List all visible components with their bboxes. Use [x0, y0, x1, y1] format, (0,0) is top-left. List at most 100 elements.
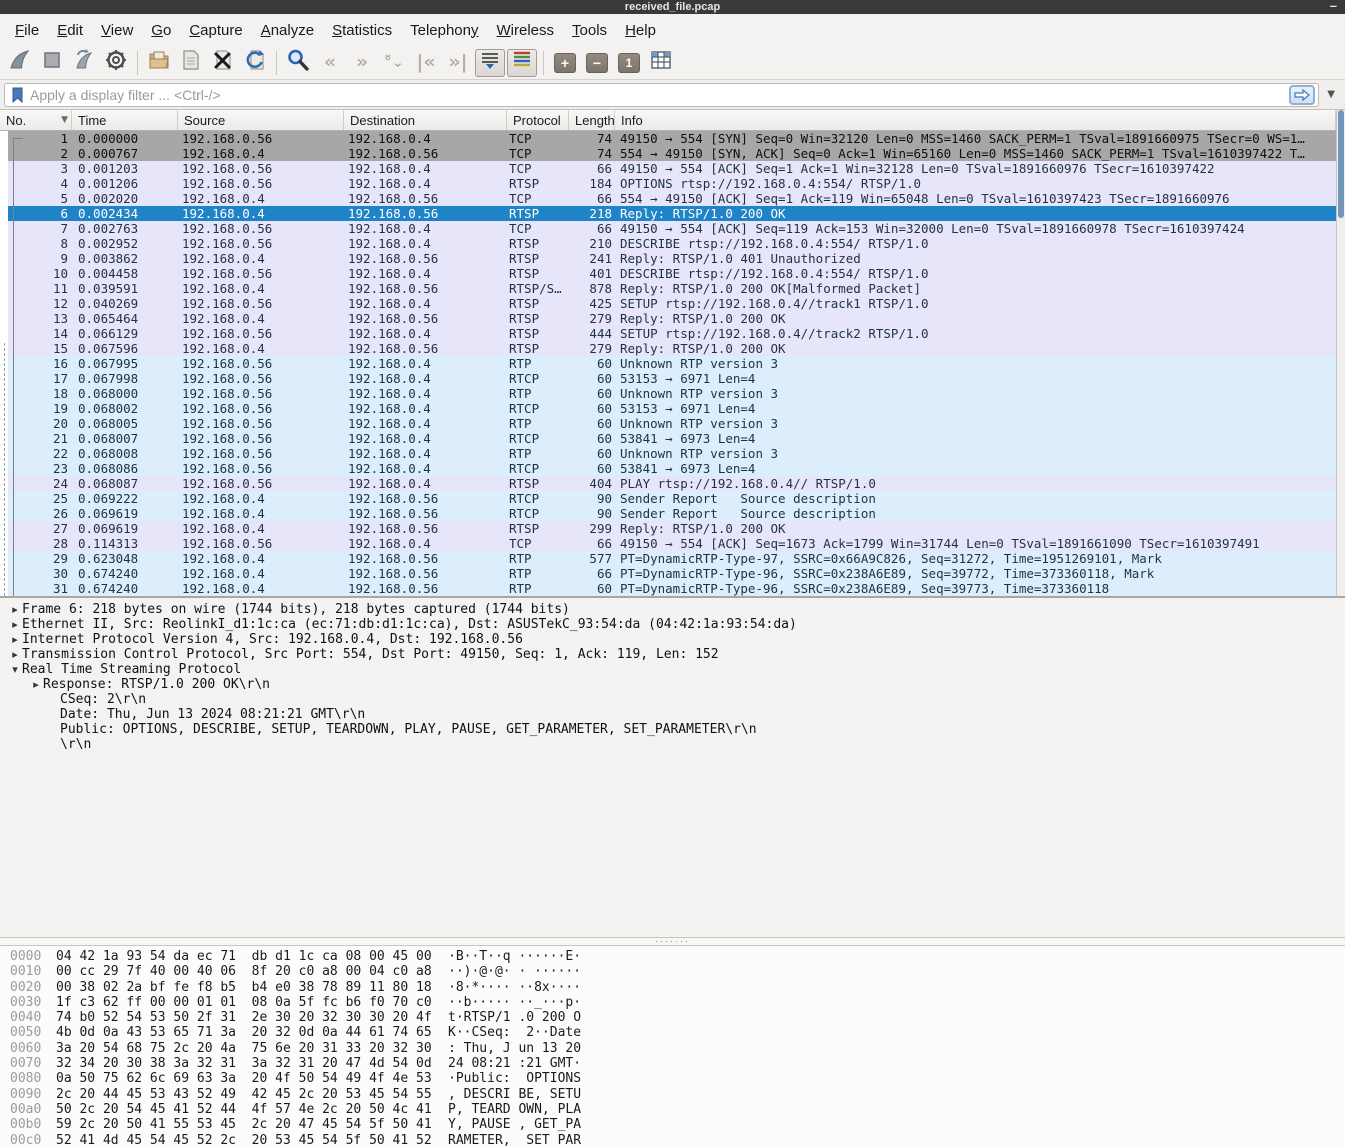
- restart-capture-button[interactable]: [69, 49, 99, 77]
- detail-line[interactable]: Date: Thu, Jun 13 2024 08:21:21 GMT\r\n: [0, 707, 1345, 722]
- packet-row-1[interactable]: 10.000000192.168.0.56192.168.0.4TCP74491…: [0, 131, 1336, 146]
- column-header-destination[interactable]: Destination: [344, 110, 507, 130]
- detail-line[interactable]: ▾Real Time Streaming Protocol: [0, 662, 1345, 677]
- hex-row[interactable]: 007032 34 20 30 38 3a 32 31 3a 32 31 20 …: [10, 1056, 1345, 1071]
- packet-row-25[interactable]: 250.069222192.168.0.4192.168.0.56RTCP90S…: [0, 491, 1336, 506]
- hex-row[interactable]: 001000 cc 29 7f 40 00 40 06 8f 20 c0 a8 …: [10, 964, 1345, 979]
- menu-view[interactable]: View: [92, 18, 142, 43]
- column-header-time[interactable]: Time: [72, 110, 178, 130]
- zoom-in-button[interactable]: +: [550, 49, 580, 77]
- expand-arrow-icon[interactable]: ▸: [8, 617, 22, 632]
- packet-row-10[interactable]: 100.004458192.168.0.56192.168.0.4RTSP401…: [0, 266, 1336, 281]
- go-back-button[interactable]: «: [315, 49, 345, 77]
- packet-row-12[interactable]: 120.040269192.168.0.56192.168.0.4RTSP425…: [0, 296, 1336, 311]
- detail-line[interactable]: ▸Internet Protocol Version 4, Src: 192.1…: [0, 632, 1345, 647]
- packet-row-26[interactable]: 260.069619192.168.0.4192.168.0.56RTCP90S…: [0, 506, 1336, 521]
- packet-row-28[interactable]: 280.114313192.168.0.56192.168.0.4TCP6649…: [0, 536, 1336, 551]
- packet-list-scrollbar[interactable]: [1336, 110, 1345, 596]
- start-capture-button[interactable]: [5, 49, 35, 77]
- scrollbar-thumb[interactable]: [1338, 110, 1344, 218]
- stop-capture-button[interactable]: [37, 49, 67, 77]
- packet-row-16[interactable]: 160.067995192.168.0.56192.168.0.4RTP60Un…: [0, 356, 1336, 371]
- capture-options-button[interactable]: [101, 49, 131, 77]
- packet-row-29[interactable]: 290.623048192.168.0.4192.168.0.56RTP577P…: [0, 551, 1336, 566]
- minimize-button[interactable]: –: [1330, 0, 1337, 13]
- packet-row-4[interactable]: 40.001206192.168.0.56192.168.0.4RTSP184O…: [0, 176, 1336, 191]
- column-header-info[interactable]: Info: [615, 110, 1336, 130]
- packet-row-20[interactable]: 200.068005192.168.0.56192.168.0.4RTP60Un…: [0, 416, 1336, 431]
- detail-line[interactable]: CSeq: 2\r\n: [0, 692, 1345, 707]
- go-last-button[interactable]: »|: [443, 49, 473, 77]
- packet-row-21[interactable]: 210.068007192.168.0.56192.168.0.4RTCP605…: [0, 431, 1336, 446]
- column-header-protocol[interactable]: Protocol: [507, 110, 569, 130]
- go-to-packet-button[interactable]: °̌⌄: [379, 49, 409, 77]
- packet-row-2[interactable]: 20.000767192.168.0.4192.168.0.56TCP74554…: [0, 146, 1336, 161]
- packet-row-6[interactable]: 60.002434192.168.0.4192.168.0.56RTSP218R…: [0, 206, 1336, 221]
- menu-file[interactable]: File: [6, 18, 48, 43]
- packet-row-17[interactable]: 170.067998192.168.0.56192.168.0.4RTCP605…: [0, 371, 1336, 386]
- column-header-source[interactable]: Source: [178, 110, 344, 130]
- close-file-button[interactable]: [208, 49, 238, 77]
- packet-row-30[interactable]: 300.674240192.168.0.4192.168.0.56RTP66PT…: [0, 566, 1336, 581]
- detail-line[interactable]: \r\n: [0, 737, 1345, 752]
- save-file-button[interactable]: [176, 49, 206, 77]
- packet-row-15[interactable]: 150.067596192.168.0.4192.168.0.56RTSP279…: [0, 341, 1336, 356]
- hex-row[interactable]: 00800a 50 75 62 6c 69 63 3a 20 4f 50 54 …: [10, 1071, 1345, 1086]
- packet-row-23[interactable]: 230.068086192.168.0.56192.168.0.4RTCP605…: [0, 461, 1336, 476]
- go-forward-button[interactable]: »: [347, 49, 377, 77]
- colorize-button[interactable]: [507, 49, 537, 77]
- packet-row-19[interactable]: 190.068002192.168.0.56192.168.0.4RTCP605…: [0, 401, 1336, 416]
- hex-row[interactable]: 00b059 2c 20 50 41 55 53 45 2c 20 47 45 …: [10, 1117, 1345, 1132]
- menu-edit[interactable]: Edit: [48, 18, 92, 43]
- find-packet-button[interactable]: [283, 49, 313, 77]
- expand-arrow-icon[interactable]: ▸: [8, 647, 22, 662]
- packet-row-8[interactable]: 80.002952192.168.0.56192.168.0.4RTSP210D…: [0, 236, 1336, 251]
- expand-arrow-icon[interactable]: ▸: [29, 677, 43, 692]
- packet-row-27[interactable]: 270.069619192.168.0.4192.168.0.56RTSP299…: [0, 521, 1336, 536]
- display-filter-input[interactable]: Apply a display filter ... <Ctrl-/>: [4, 83, 1319, 107]
- detail-line[interactable]: Public: OPTIONS, DESCRIBE, SETUP, TEARDO…: [0, 722, 1345, 737]
- filter-expression-dropdown[interactable]: ▼: [1319, 89, 1341, 100]
- open-file-button[interactable]: [144, 49, 174, 77]
- expand-arrow-icon[interactable]: ▸: [8, 632, 22, 647]
- hex-row[interactable]: 000004 42 1a 93 54 da ec 71 db d1 1c ca …: [10, 949, 1345, 964]
- reload-file-button[interactable]: [240, 49, 270, 77]
- pane-splitter[interactable]: ·······: [0, 937, 1345, 946]
- packet-row-18[interactable]: 180.068000192.168.0.56192.168.0.4RTP60Un…: [0, 386, 1336, 401]
- hex-row[interactable]: 00a050 2c 20 54 45 41 52 44 4f 57 4e 2c …: [10, 1102, 1345, 1117]
- packet-row-11[interactable]: 110.039591192.168.0.4192.168.0.56RTSP/S……: [0, 281, 1336, 296]
- auto-scroll-button[interactable]: [475, 49, 505, 77]
- packet-row-31[interactable]: 310.674240192.168.0.4192.168.0.56RTP60PT…: [0, 581, 1336, 596]
- menu-go[interactable]: Go: [142, 18, 180, 43]
- hex-row[interactable]: 00504b 0d 0a 43 53 65 71 3a 20 32 0d 0a …: [10, 1025, 1345, 1040]
- detail-line[interactable]: ▸Transmission Control Protocol, Src Port…: [0, 647, 1345, 662]
- menu-statistics[interactable]: Statistics: [323, 18, 401, 43]
- packet-row-24[interactable]: 240.068087192.168.0.56192.168.0.4RTSP404…: [0, 476, 1336, 491]
- packet-row-5[interactable]: 50.002020192.168.0.4192.168.0.56TCP66554…: [0, 191, 1336, 206]
- packet-row-14[interactable]: 140.066129192.168.0.56192.168.0.4RTSP444…: [0, 326, 1336, 341]
- hex-row[interactable]: 00902c 20 44 45 53 43 52 49 42 45 2c 20 …: [10, 1087, 1345, 1102]
- menu-help[interactable]: Help: [616, 18, 665, 43]
- filter-bookmark-icon[interactable]: [11, 87, 24, 103]
- expand-arrow-icon[interactable]: ▸: [8, 602, 22, 617]
- hex-row[interactable]: 00603a 20 54 68 75 2c 20 4a 75 6e 20 31 …: [10, 1041, 1345, 1056]
- detail-line[interactable]: ▸Response: RTSP/1.0 200 OK\r\n: [0, 677, 1345, 692]
- resize-columns-button[interactable]: [646, 49, 676, 77]
- detail-line[interactable]: ▸Frame 6: 218 bytes on wire (1744 bits),…: [0, 602, 1345, 617]
- detail-line[interactable]: ▸Ethernet II, Src: ReolinkI_d1:1c:ca (ec…: [0, 617, 1345, 632]
- zoom-out-button[interactable]: −: [582, 49, 612, 77]
- packet-row-13[interactable]: 130.065464192.168.0.4192.168.0.56RTSP279…: [0, 311, 1336, 326]
- go-first-button[interactable]: |«: [411, 49, 441, 77]
- splitter-handle[interactable]: ·······: [655, 939, 690, 944]
- packet-row-7[interactable]: 70.002763192.168.0.56192.168.0.4TCP66491…: [0, 221, 1336, 236]
- hex-row[interactable]: 004074 b0 52 54 53 50 2f 31 2e 30 20 32 …: [10, 1010, 1345, 1025]
- packet-row-22[interactable]: 220.068008192.168.0.56192.168.0.4RTP60Un…: [0, 446, 1336, 461]
- column-header-length[interactable]: Length: [569, 110, 615, 130]
- apply-filter-button[interactable]: [1289, 85, 1315, 105]
- zoom-original-button[interactable]: 1: [614, 49, 644, 77]
- packet-row-3[interactable]: 30.001203192.168.0.56192.168.0.4TCP66491…: [0, 161, 1336, 176]
- collapse-arrow-icon[interactable]: ▾: [8, 662, 22, 677]
- menu-tools[interactable]: Tools: [563, 18, 616, 43]
- hex-row[interactable]: 002000 38 02 2a bf fe f8 b5 b4 e0 38 78 …: [10, 980, 1345, 995]
- menu-telephony[interactable]: Telephony: [401, 18, 487, 43]
